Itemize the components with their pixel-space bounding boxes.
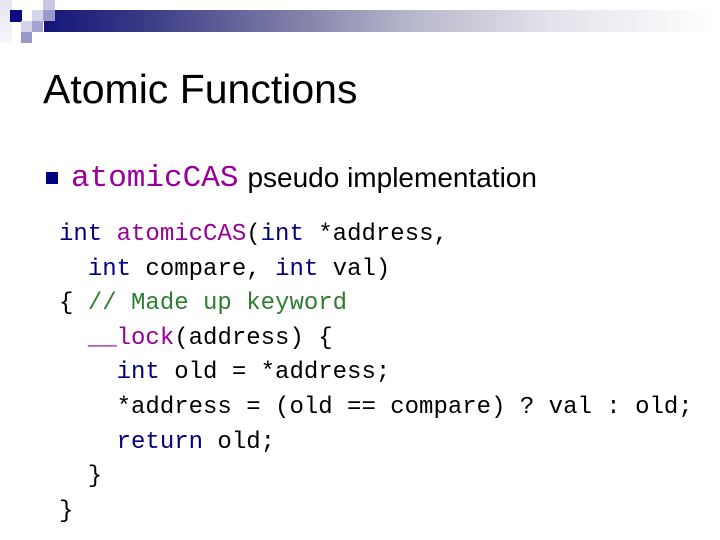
code-keyword: int — [87, 255, 132, 283]
logo-square — [21, 32, 32, 43]
code-keyword: int — [275, 255, 319, 283]
bullet-text: pseudo implementation — [247, 162, 537, 193]
code-keyword: return — [116, 428, 204, 456]
code-line: { // Made up keyword — [59, 287, 693, 322]
header-gradient-bar — [44, 10, 716, 32]
bullet-code-term: atomicCAS — [71, 160, 239, 196]
code-function-name: atomicCAS — [116, 221, 247, 248]
logo-square — [32, 10, 43, 21]
bullet-item: atomicCAS pseudo implementation — [46, 159, 537, 197]
code-text: { — [59, 290, 88, 318]
code-text: *address, — [303, 221, 448, 248]
code-text: compare, — [131, 255, 276, 283]
code-block: int atomicCAS(int *address, int compare,… — [59, 218, 693, 529]
code-text: } — [59, 463, 103, 491]
code-text: val) — [318, 255, 391, 283]
code-text: old = *address; — [159, 359, 391, 387]
square-bullet-icon — [46, 172, 58, 184]
logo-square — [43, 10, 55, 21]
code-function-name: __lock — [87, 324, 175, 352]
code-line: } — [59, 460, 693, 495]
code-text: (address) { — [174, 324, 333, 352]
code-line: *address = (old == compare) ? val : old; — [59, 391, 693, 426]
code-line: return old; — [59, 426, 693, 461]
logo-square — [21, 21, 32, 32]
code-comment: // Made up keyword — [87, 290, 348, 318]
logo-square — [43, 0, 55, 10]
code-text: *address = (old == compare) ? val : old; — [59, 393, 693, 421]
code-line: int old = *address; — [59, 356, 693, 391]
logo-square — [32, 21, 43, 32]
code-text: ( — [246, 221, 261, 248]
slide-title: Atomic Functions — [43, 66, 358, 112]
code-line: int atomicCAS(int *address, — [59, 218, 693, 253]
code-line: } — [59, 495, 693, 530]
code-text: old; — [203, 428, 276, 456]
code-line: __lock(address) { — [59, 322, 693, 357]
code-keyword: int — [260, 221, 304, 248]
code-text: } — [59, 497, 74, 525]
code-line: int compare, int val) — [59, 253, 693, 288]
code-keyword: int — [59, 221, 103, 248]
code-keyword: int — [116, 359, 160, 387]
